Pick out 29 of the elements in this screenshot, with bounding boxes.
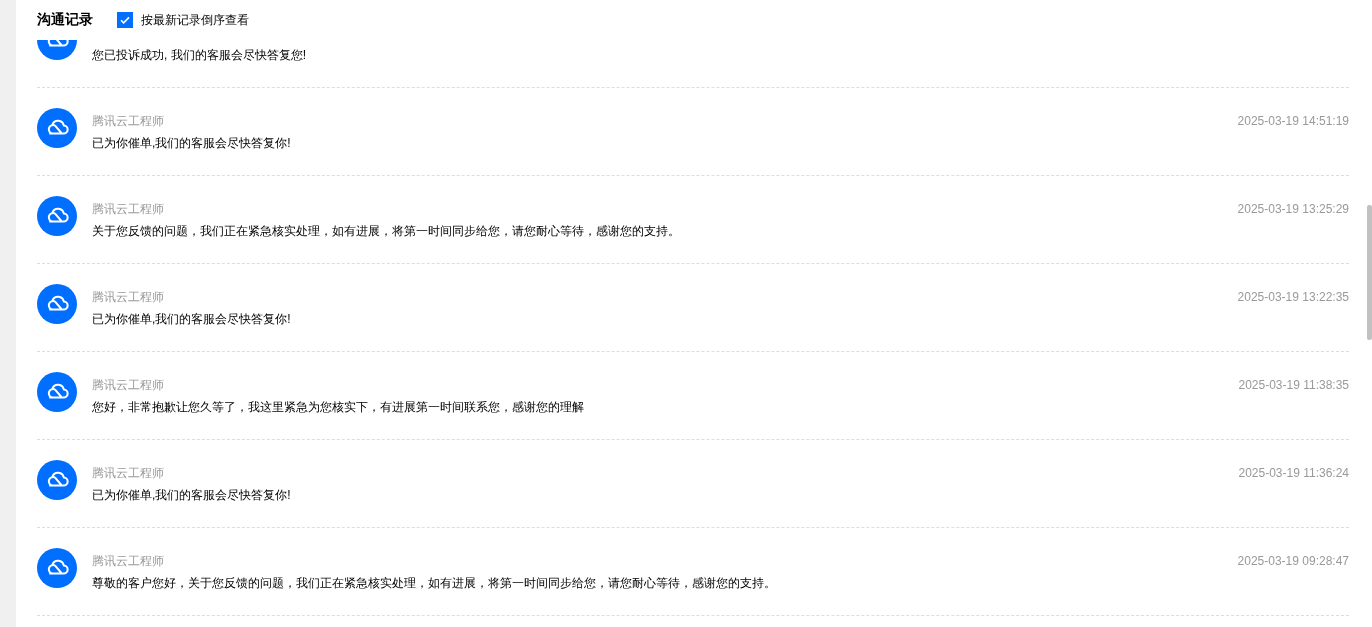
message-text: 您已投诉成功, 我们的客服会尽快答复您! xyxy=(92,47,307,64)
sender-name: 腾讯云工程师 xyxy=(92,200,164,218)
sender-name: 腾讯云工程师 xyxy=(92,552,164,570)
cloud-avatar-icon xyxy=(37,548,77,588)
timestamp: 2025-03-19 13:22:35 xyxy=(1237,290,1349,304)
timestamp: 2025-03-19 11:36:24 xyxy=(1238,466,1349,480)
checkbox-label[interactable]: 按最新记录倒序查看 xyxy=(141,11,249,29)
message-text: 已为你催单,我们的客服会尽快答复你! xyxy=(92,311,292,328)
scrollbar[interactable] xyxy=(1367,205,1372,340)
section-title: 沟通记录 xyxy=(37,11,93,29)
timestamp: 2025-03-19 11:38:35 xyxy=(1238,378,1349,392)
timestamp: 2025-03-19 14:51:19 xyxy=(1237,114,1349,128)
message-text: 尊敬的客户您好，关于您反馈的问题，我们正在紧急核实处理，如有进展，将第一时间同步给您，请您耐心等待，感谢您的支持。 xyxy=(92,575,777,592)
timestamp: 2025-03-19 09:28:47 xyxy=(1237,554,1349,568)
cloud-avatar-icon xyxy=(37,460,77,500)
sender-name: 腾讯云工程师 xyxy=(92,376,164,394)
checkbox[interactable] xyxy=(117,12,133,28)
sender-name: 腾讯云工程师 xyxy=(92,112,164,130)
message-text: 已为你催单,我们的客服会尽快答复你! xyxy=(92,135,292,152)
sender-name: 腾讯云工程师 xyxy=(92,464,164,482)
message-text: 您好，非常抱歉让您久等了，我这里紧急为您核实下，有进展第一时间联系您，感谢您的理解 xyxy=(92,399,585,416)
cloud-avatar-icon xyxy=(37,284,77,324)
message-text: 已为你催单,我们的客服会尽快答复你! xyxy=(92,487,292,504)
cloud-avatar-icon xyxy=(37,372,77,412)
cloud-avatar-icon xyxy=(37,108,77,148)
sender-name: 腾讯云工程师 xyxy=(92,288,164,306)
timestamp: 2025-03-19 13:25:29 xyxy=(1237,202,1349,216)
cloud-avatar-icon xyxy=(37,196,77,236)
message-text: 关于您反馈的问题，我们正在紧急核实处理，如有进展，将第一时间同步给您，请您耐心等待，感谢您的支持。 xyxy=(92,223,681,240)
